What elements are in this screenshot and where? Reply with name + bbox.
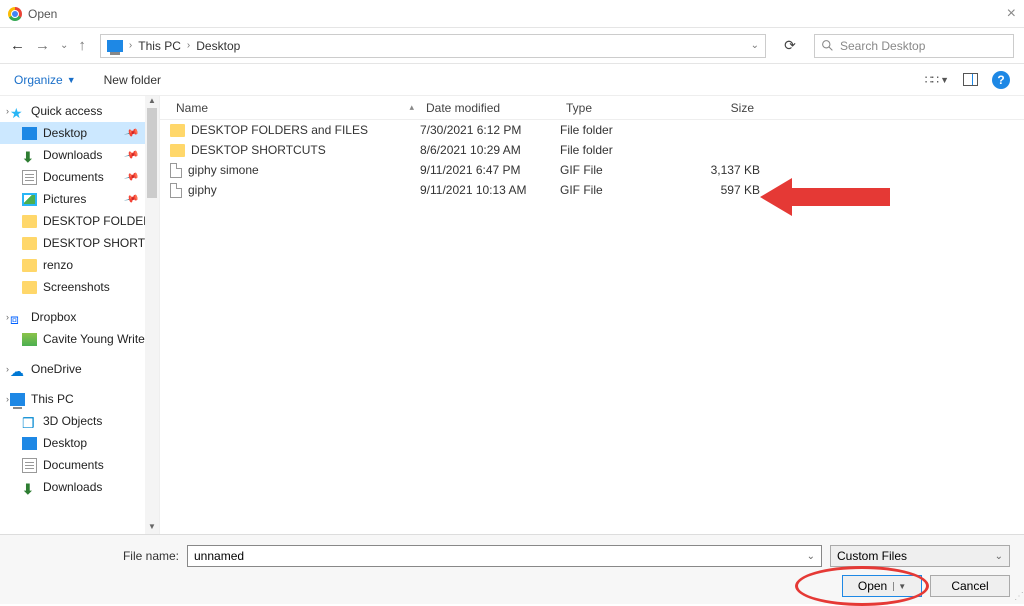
file-type: File folder xyxy=(560,123,680,137)
file-size: 597 KB xyxy=(680,183,760,197)
crumb-current[interactable]: Desktop xyxy=(196,39,240,53)
sidebar-item-downloads[interactable]: ⬇Downloads xyxy=(0,476,159,498)
new-folder-button[interactable]: New folder xyxy=(104,73,161,87)
sidebar-dropbox[interactable]: ›⧈Dropbox xyxy=(0,306,159,328)
chevron-right-icon[interactable]: › xyxy=(187,40,190,51)
bottom-panel: File name: unnamed⌄ Custom Files⌄ Open▼ … xyxy=(0,534,1024,604)
nav-arrows: ← → ⌄ ↑ xyxy=(10,37,90,54)
col-size[interactable]: Size xyxy=(680,101,760,115)
scroll-down-icon[interactable]: ▼ xyxy=(145,522,159,534)
sidebar-dropbox-item[interactable]: Cavite Young Writers xyxy=(0,328,159,350)
pin-icon: 📌 xyxy=(123,191,139,207)
col-type[interactable]: Type xyxy=(560,101,680,115)
file-date: 7/30/2021 6:12 PM xyxy=(420,123,560,137)
file-name: giphy xyxy=(188,183,217,197)
chevron-down-icon[interactable]: ⌄ xyxy=(995,551,1003,562)
forward-icon: → xyxy=(35,37,50,54)
open-button[interactable]: Open▼ xyxy=(842,575,922,597)
back-icon[interactable]: ← xyxy=(10,37,25,54)
file-name: giphy simone xyxy=(188,163,259,177)
cancel-button[interactable]: Cancel xyxy=(930,575,1010,597)
table-row[interactable]: DESKTOP FOLDERS and FILES 7/30/2021 6:12 … xyxy=(160,120,1024,140)
resize-grip-icon[interactable]: ⋰ xyxy=(1014,591,1022,602)
file-name: DESKTOP FOLDERS and FILES xyxy=(191,123,368,137)
sidebar-item-folder[interactable]: Screenshots xyxy=(0,276,159,298)
pin-icon: 📌 xyxy=(123,125,139,141)
folder-icon xyxy=(170,124,185,137)
file-icon xyxy=(170,183,182,198)
sidebar-item-pictures[interactable]: Pictures📌 xyxy=(0,188,159,210)
table-row[interactable]: giphy 9/11/2021 10:13 AMGIF File597 KB xyxy=(160,180,1024,200)
search-placeholder: Search Desktop xyxy=(840,39,925,53)
column-headers: Name Date modified Type Size xyxy=(160,96,1024,120)
table-row[interactable]: giphy simone 9/11/2021 6:47 PMGIF File3,1… xyxy=(160,160,1024,180)
preview-pane-icon[interactable] xyxy=(963,73,978,86)
scroll-thumb[interactable] xyxy=(147,108,157,198)
open-dropdown-icon[interactable]: ▼ xyxy=(893,582,906,591)
sidebar-item-folder[interactable]: renzo xyxy=(0,254,159,276)
file-date: 8/6/2021 10:29 AM xyxy=(420,143,560,157)
sidebar-item-folder[interactable]: DESKTOP FOLDERS xyxy=(0,210,159,232)
title-bar: Open × xyxy=(0,0,1024,28)
sidebar-onedrive[interactable]: ›☁OneDrive xyxy=(0,358,159,380)
folder-icon xyxy=(170,144,185,157)
up-icon[interactable]: ↑ xyxy=(78,37,86,54)
file-date: 9/11/2021 10:13 AM xyxy=(420,183,560,197)
sidebar-item-folder[interactable]: DESKTOP SHORTCUTS xyxy=(0,232,159,254)
sidebar-item-desktop[interactable]: Desktop xyxy=(0,432,159,454)
file-name: DESKTOP SHORTCUTS xyxy=(191,143,326,157)
file-size: 3,137 KB xyxy=(680,163,760,177)
chevron-down-icon[interactable]: ⌄ xyxy=(751,40,759,51)
sidebar-item-downloads[interactable]: ⬇Downloads📌 xyxy=(0,144,159,166)
sidebar-item-documents[interactable]: Documents xyxy=(0,454,159,476)
file-list: Name Date modified Type Size DESKTOP FOL… xyxy=(160,96,1024,534)
main-area: ›★Quick access Desktop📌 ⬇Downloads📌 Docu… xyxy=(0,96,1024,534)
sidebar-scrollbar[interactable]: ▲ ▼ xyxy=(145,96,159,534)
file-type: File folder xyxy=(560,143,680,157)
pc-icon xyxy=(107,40,123,52)
file-icon xyxy=(170,163,182,178)
help-icon[interactable]: ? xyxy=(992,71,1010,89)
sidebar: ›★Quick access Desktop📌 ⬇Downloads📌 Docu… xyxy=(0,96,160,534)
sidebar-item-desktop[interactable]: Desktop📌 xyxy=(0,122,159,144)
close-icon[interactable]: × xyxy=(1007,5,1016,23)
sidebar-quick-access[interactable]: ›★Quick access xyxy=(0,100,159,122)
chrome-icon xyxy=(8,7,22,21)
annotation-arrow xyxy=(760,172,890,225)
window-title: Open xyxy=(28,7,57,21)
filename-label: File name: xyxy=(14,549,179,563)
organize-menu[interactable]: Organize▼ xyxy=(14,73,76,87)
crumb-root[interactable]: This PC xyxy=(138,39,181,53)
toolbar: Organize▼ New folder ∷∷▼ ? xyxy=(0,64,1024,96)
view-button[interactable]: ∷∷▼ xyxy=(925,73,949,87)
search-icon xyxy=(821,39,834,52)
file-type: GIF File xyxy=(560,163,680,177)
sidebar-item-documents[interactable]: Documents📌 xyxy=(0,166,159,188)
nav-row: ← → ⌄ ↑ › This PC › Desktop ⌄ ⟳ Search D… xyxy=(0,28,1024,64)
filename-input[interactable]: unnamed⌄ xyxy=(187,545,822,567)
scroll-up-icon[interactable]: ▲ xyxy=(145,96,159,108)
chevron-down-icon[interactable]: ⌄ xyxy=(807,551,815,562)
address-bar[interactable]: › This PC › Desktop ⌄ xyxy=(100,34,766,58)
chevron-right-icon[interactable]: › xyxy=(129,40,132,51)
search-input[interactable]: Search Desktop xyxy=(814,34,1014,58)
file-type: GIF File xyxy=(560,183,680,197)
table-row[interactable]: DESKTOP SHORTCUTS 8/6/2021 10:29 AMFile f… xyxy=(160,140,1024,160)
col-date[interactable]: Date modified xyxy=(420,101,560,115)
pin-icon: 📌 xyxy=(123,147,139,163)
pin-icon: 📌 xyxy=(123,169,139,185)
file-date: 9/11/2021 6:47 PM xyxy=(420,163,560,177)
recent-icon[interactable]: ⌄ xyxy=(60,40,68,51)
sidebar-this-pc[interactable]: ›This PC xyxy=(0,388,159,410)
refresh-icon[interactable]: ⟳ xyxy=(776,37,804,54)
file-type-filter[interactable]: Custom Files⌄ xyxy=(830,545,1010,567)
sidebar-item-3dobjects[interactable]: ❒3D Objects xyxy=(0,410,159,432)
col-name[interactable]: Name xyxy=(170,101,420,115)
